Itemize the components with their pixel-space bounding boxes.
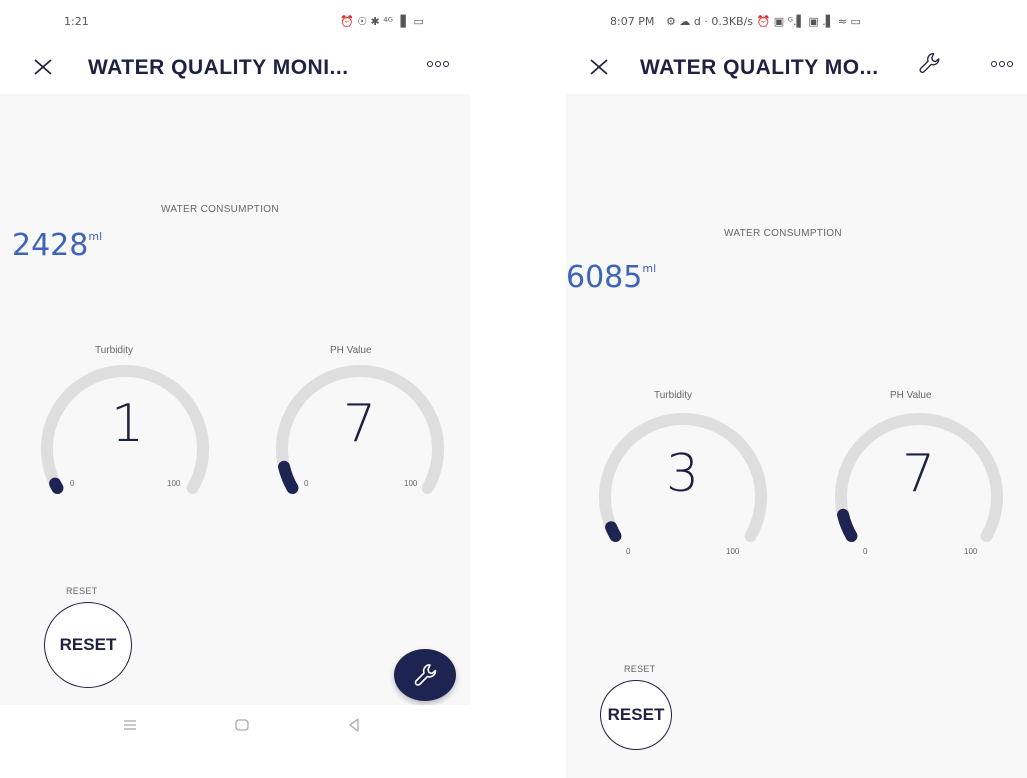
consumption-unit: ml xyxy=(642,262,657,275)
status-time: 1:21 xyxy=(64,15,89,28)
turbidity-value: 3 xyxy=(666,444,700,504)
ph-min: 0 xyxy=(863,547,868,556)
settings-fab-button[interactable] xyxy=(394,649,456,701)
gauge-fill xyxy=(49,477,64,494)
consumption-number: 6085 xyxy=(566,260,643,295)
ph-value: 7 xyxy=(902,444,936,504)
ph-value: 7 xyxy=(343,394,377,454)
turbidity-title: Turbidity xyxy=(95,345,133,356)
ph-title: PH Value xyxy=(330,345,372,356)
status-time: 8:07 PM xyxy=(610,15,655,28)
status-icons: ⚙ ☁ d · 0.3KB/s ⏰ ▣ ᴳ.▌ ▣ .▌ ≈ ▭ xyxy=(666,15,861,28)
consumption-number: 2428 xyxy=(12,228,89,263)
water-consumption-label: WATER CONSUMPTION xyxy=(724,228,842,239)
more-icon[interactable] xyxy=(990,56,1014,72)
reset-label: RESET xyxy=(624,664,656,674)
water-consumption-value: 2428ml xyxy=(12,228,102,263)
water-consumption-value: 6085ml xyxy=(566,260,656,295)
turbidity-value: 1 xyxy=(111,394,145,454)
gauge-fill xyxy=(837,508,858,542)
turbidity-title: Turbidity xyxy=(654,390,692,401)
system-nav-bar xyxy=(0,705,470,745)
reset-label: RESET xyxy=(66,586,98,596)
reset-button[interactable]: RESET xyxy=(44,602,132,688)
ph-min: 0 xyxy=(304,479,309,488)
close-icon[interactable] xyxy=(586,52,614,80)
wrench-icon[interactable] xyxy=(916,50,942,76)
ph-max: 100 xyxy=(404,479,418,488)
turbidity-max: 100 xyxy=(726,547,740,556)
left-phone-screen: 1:21 ⏰ ☉ ✱ ⁴ᴳ▕▌ ▭ WATER QUALITY MONI... … xyxy=(0,0,470,745)
ph-max: 100 xyxy=(964,547,978,556)
gauge-fill xyxy=(278,460,299,494)
consumption-unit: ml xyxy=(88,230,103,243)
app-title: WATER QUALITY MONI... xyxy=(88,56,349,79)
close-icon[interactable] xyxy=(30,52,58,80)
back-icon[interactable] xyxy=(344,715,364,735)
reset-button[interactable]: RESET xyxy=(600,680,672,750)
wrench-icon xyxy=(414,664,437,686)
turbidity-min: 0 xyxy=(626,547,631,556)
turbidity-min: 0 xyxy=(70,479,75,488)
status-icons: ⏰ ☉ ✱ ⁴ᴳ▕▌ ▭ xyxy=(340,15,424,28)
menu-icon[interactable] xyxy=(120,715,140,735)
water-consumption-label: WATER CONSUMPTION xyxy=(161,204,279,215)
more-icon[interactable] xyxy=(426,56,450,72)
app-bar: WATER QUALITY MO... xyxy=(566,42,1027,94)
status-bar: 1:21 ⏰ ☉ ✱ ⁴ᴳ▕▌ ▭ xyxy=(0,0,470,42)
ph-title: PH Value xyxy=(890,390,932,401)
right-phone-screen: 8:07 PM ⚙ ☁ d · 0.3KB/s ⏰ ▣ ᴳ.▌ ▣ .▌ ≈ ▭… xyxy=(566,0,1027,778)
dashboard-content: WATER CONSUMPTION 6085ml Turbidity 3 0 1… xyxy=(566,94,1027,778)
turbidity-max: 100 xyxy=(167,479,181,488)
app-bar: WATER QUALITY MONI... xyxy=(0,42,470,94)
dashboard-content: WATER CONSUMPTION 2428ml Turbidity 1 0 1… xyxy=(0,94,470,745)
app-title: WATER QUALITY MO... xyxy=(640,56,879,79)
gauge-fill xyxy=(605,521,622,542)
home-icon[interactable] xyxy=(232,715,252,735)
status-bar: 8:07 PM ⚙ ☁ d · 0.3KB/s ⏰ ▣ ᴳ.▌ ▣ .▌ ≈ ▭ xyxy=(566,0,1027,42)
